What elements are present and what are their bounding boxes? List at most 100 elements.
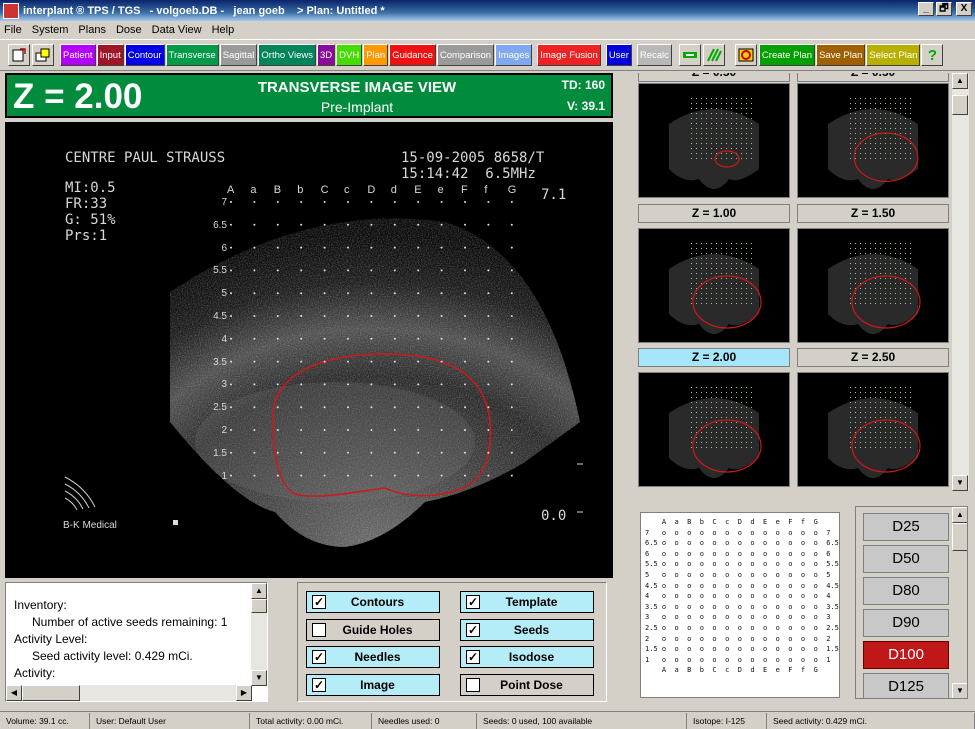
info-panel[interactable]: Inventory: Number of active seeds remaini… [5, 582, 268, 702]
toolbar-button-sagittal[interactable]: Sagittal [219, 44, 258, 66]
checkbox-seeds[interactable]: ✓ Seeds [460, 618, 594, 641]
dose-button-d80[interactable]: D80 [863, 577, 949, 605]
template-grid-dot [323, 269, 326, 272]
template-col-label: F [461, 184, 468, 196]
thumb-z-label[interactable]: Z = 1.50 [797, 204, 949, 223]
dose-button-d100[interactable]: D100 [863, 641, 949, 669]
template-grid-dot [464, 223, 466, 226]
template-grid-dot [393, 429, 396, 431]
toolbar-button-[interactable]: ? [921, 44, 944, 66]
dose-scroll-up-icon[interactable]: ▲ [952, 507, 967, 523]
toolbar-button-dvh[interactable]: DVH [336, 44, 363, 66]
checkbox-isodose[interactable]: ✓ Isodose [460, 646, 594, 668]
menu-file[interactable]: File [4, 24, 22, 36]
scroll-thumb[interactable] [251, 599, 267, 613]
menu-plans[interactable]: Plans [78, 24, 106, 36]
info-vertical-scrollbar[interactable]: ▲ ▼ [251, 583, 267, 686]
menu-data-view[interactable]: Data View [152, 24, 202, 36]
slice-thumbnail[interactable] [638, 228, 790, 343]
dose-button-d25[interactable]: D25 [863, 513, 949, 541]
slice-thumbnail[interactable] [797, 83, 949, 198]
checkmark-icon[interactable]: ✓ [466, 650, 480, 664]
toolbar-button-create-plan[interactable]: Create Plan [758, 44, 816, 66]
target-icon[interactable] [734, 44, 757, 66]
checkmark-icon[interactable]: ✓ [466, 622, 480, 637]
slice-thumbnail[interactable] [638, 83, 790, 198]
toolbar-button-contour[interactable]: Contour [124, 44, 165, 66]
toolbar-button-image-fusion[interactable]: Image Fusion [537, 44, 601, 66]
template-grid-dot [487, 337, 490, 340]
checkbox-point-dose[interactable]: Point Dose [460, 673, 594, 696]
open-patient-icon[interactable] [32, 44, 54, 66]
toolbar-button-select-plan[interactable]: Select Plan [866, 44, 921, 66]
toolbar-button-ortho-views[interactable]: Ortho Views [258, 44, 316, 66]
slice-thumbnail[interactable] [638, 372, 790, 487]
thumb-label-partial-left: Z = 0.50 [638, 73, 790, 82]
toolbar-button-comparison[interactable]: Comparison [436, 44, 495, 66]
checkbox-contours[interactable]: ✓ Contours [306, 591, 440, 613]
template-grid-dot [300, 223, 303, 226]
checkbox-guide-holes[interactable]: Guide Holes [306, 618, 440, 641]
close-button[interactable]: X [956, 2, 972, 16]
template-grid-dot [487, 292, 490, 295]
thumbnails-scrollbar[interactable]: ▲ ▼ [952, 73, 969, 491]
template-grid-dot [323, 406, 326, 409]
slice-thumbnail[interactable] [797, 228, 949, 343]
dose-scroll-thumb[interactable] [952, 523, 967, 551]
template-grid-dot [370, 429, 373, 431]
template-grid-dot [464, 429, 466, 431]
toolbar-button-transverse[interactable]: Transverse [165, 44, 219, 66]
toolbar-button-save-plan[interactable]: Save Plan [816, 44, 866, 66]
new-patient-icon[interactable] [8, 44, 30, 66]
ultrasound-image-view[interactable]: CENTRE PAUL STRAUSS 15-09-2005 8658/T 15… [5, 122, 613, 578]
empty-checkbox-icon[interactable] [466, 677, 480, 692]
thumb-scroll-thumb[interactable] [952, 95, 968, 115]
dose-scroll-down-icon[interactable]: ▼ [952, 683, 967, 698]
menu-help[interactable]: Help [212, 24, 235, 36]
dose-button-d50[interactable]: D50 [863, 545, 949, 573]
template-grid-dot [253, 315, 256, 317]
dose-button-d125[interactable]: D125 [863, 673, 949, 698]
hscroll-thumb[interactable] [22, 685, 80, 701]
template-grid-dot [464, 201, 466, 203]
template-grid-dot [323, 337, 326, 340]
app-icon [3, 2, 19, 19]
scroll-down-icon[interactable]: ▼ [251, 670, 267, 686]
scroll-up-icon[interactable]: ▲ [251, 583, 267, 599]
toolbar-button-user[interactable]: User [605, 44, 632, 66]
info-horizontal-scrollbar[interactable]: ◀ ▶ [6, 685, 252, 701]
restore-button[interactable]: 🗗 [936, 2, 952, 16]
minimize-button[interactable]: _ [918, 2, 934, 16]
toolbar-button-3d[interactable]: 3D [316, 44, 336, 66]
seed-color-icon[interactable] [678, 44, 701, 66]
dose-button-d90[interactable]: D90 [863, 609, 949, 637]
thumb-scroll-down-icon[interactable]: ▼ [952, 475, 968, 491]
checkmark-icon[interactable]: ✓ [312, 677, 326, 692]
toolbar-button-patient[interactable]: Patient [60, 44, 96, 66]
toolbar-button-plan[interactable]: Plan [363, 44, 389, 66]
thumb-z-label[interactable]: Z = 2.50 [797, 348, 949, 367]
toolbar-button-guidance[interactable]: Guidance [389, 44, 436, 66]
toolbar-button-recalc[interactable]: Recalc [636, 44, 672, 66]
checkmark-icon[interactable]: ✓ [466, 595, 480, 609]
template-grid[interactable]: A a B b C c D d E e F f G 7 o o o o o o … [640, 512, 840, 698]
template-grid-dot [230, 474, 232, 477]
needle-lines-icon[interactable] [702, 44, 725, 66]
thumb-scroll-up-icon[interactable]: ▲ [952, 73, 968, 89]
thumb-z-label[interactable]: Z = 1.00 [638, 204, 790, 223]
slice-thumbnail[interactable] [797, 372, 949, 487]
thumb-z-label[interactable]: Z = 2.00 [638, 348, 790, 367]
scroll-right-icon[interactable]: ▶ [236, 685, 252, 701]
checkmark-icon[interactable]: ✓ [312, 595, 326, 609]
scroll-left-icon[interactable]: ◀ [6, 685, 22, 701]
checkbox-image[interactable]: ✓ Image [306, 673, 440, 696]
menu-system[interactable]: System [32, 24, 69, 36]
checkbox-needles[interactable]: ✓ Needles [306, 646, 440, 668]
empty-checkbox-icon[interactable] [312, 622, 326, 637]
template-grid-dot [230, 269, 232, 272]
menu-dose[interactable]: Dose [116, 24, 142, 36]
checkmark-icon[interactable]: ✓ [312, 650, 326, 664]
checkbox-template[interactable]: ✓ Template [460, 591, 594, 613]
toolbar-button-input[interactable]: Input [96, 44, 124, 66]
toolbar-button-images[interactable]: Images [495, 44, 533, 66]
